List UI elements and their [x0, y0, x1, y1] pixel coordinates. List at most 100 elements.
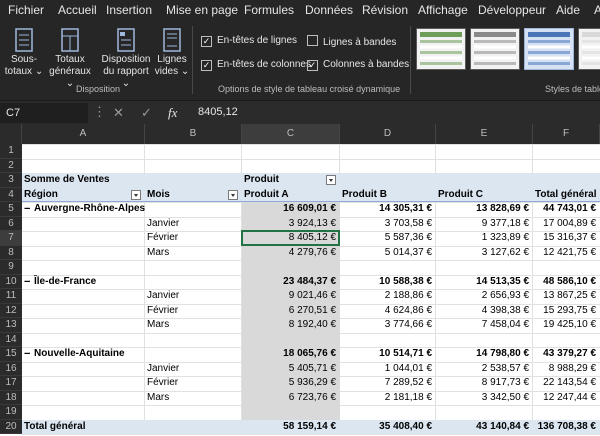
product-column-header[interactable]: Produit B	[342, 188, 436, 203]
pivot-style-swatch[interactable]	[578, 28, 600, 70]
region-label[interactable]: Nouvelle-Aquitaine	[34, 347, 145, 362]
column-header-d[interactable]: D	[340, 124, 436, 144]
row-header-13[interactable]: 13	[0, 318, 22, 333]
subtotals-button[interactable]: Sous- totaux ⌄	[4, 28, 44, 78]
tab-accueil[interactable]: Accueil	[58, 3, 97, 17]
value-cell[interactable]: 2 656,93 €	[438, 289, 533, 304]
row-header-8[interactable]: 8	[0, 245, 22, 260]
region-total-cell[interactable]: 44 743,01 €	[535, 202, 600, 217]
month-label[interactable]: Mars	[147, 391, 242, 406]
tab-insertion[interactable]: Insertion	[106, 3, 152, 17]
collapse-icon[interactable]: −	[24, 347, 34, 362]
value-cell[interactable]: 8 988,29 €	[535, 362, 600, 377]
row-header-16[interactable]: 16	[0, 361, 22, 376]
value-cell[interactable]: 15 293,75 €	[535, 304, 600, 319]
value-cell[interactable]: 2 188,86 €	[342, 289, 436, 304]
row-header-4[interactable]: 4	[0, 187, 22, 202]
tab-fichier[interactable]: Fichier	[8, 3, 44, 17]
row-header-10[interactable]: 10	[0, 274, 22, 289]
values-field-label[interactable]: Somme de Ventes	[24, 173, 145, 188]
value-cell[interactable]: 6 723,76 €	[244, 391, 340, 406]
value-cell[interactable]: 4 624,86 €	[342, 304, 436, 319]
pivot-style-swatch[interactable]	[416, 28, 466, 70]
month-label[interactable]: Février	[147, 376, 242, 391]
tab-révision[interactable]: Révision	[362, 3, 408, 17]
grand-total-cell[interactable]: 136 708,38 €	[535, 420, 600, 435]
value-cell[interactable]: 9 021,46 €	[244, 289, 340, 304]
month-label[interactable]: Mars	[147, 246, 242, 261]
value-cell[interactable]: 5 587,36 €	[342, 231, 436, 246]
banded-cols-checkbox[interactable]: ✓ Colonnes à bandes	[307, 59, 409, 71]
region-total-cell[interactable]: 13 828,69 €	[438, 202, 533, 217]
region-total-cell[interactable]: 48 586,10 €	[535, 275, 600, 290]
region-total-cell[interactable]: 10 514,71 €	[342, 347, 436, 362]
grand-total-cell[interactable]: 35 408,40 €	[342, 420, 436, 435]
column-header-a[interactable]: A	[22, 124, 145, 144]
row-header-15[interactable]: 15	[0, 347, 22, 362]
row-header-12[interactable]: 12	[0, 303, 22, 318]
row-headers-checkbox[interactable]: ✓ En-têtes de lignes	[201, 35, 297, 47]
grand-total-cell[interactable]: 58 159,14 €	[244, 420, 340, 435]
value-cell[interactable]: 9 377,18 €	[438, 217, 533, 232]
value-cell[interactable]: 3 774,66 €	[342, 318, 436, 333]
filter-dropdown-icon[interactable]	[131, 189, 141, 200]
row-header-17[interactable]: 17	[0, 376, 22, 391]
collapse-icon[interactable]: −	[24, 202, 34, 217]
value-cell[interactable]: 12 247,44 €	[535, 391, 600, 406]
collapse-icon[interactable]: −	[24, 275, 34, 290]
value-cell[interactable]: 4 279,76 €	[244, 246, 340, 261]
row-header-5[interactable]: 5	[0, 202, 22, 217]
region-total-cell[interactable]: 14 798,80 €	[438, 347, 533, 362]
month-label[interactable]: Janvier	[147, 362, 242, 377]
value-cell[interactable]: 1 323,89 €	[438, 231, 533, 246]
value-cell[interactable]: 5 014,37 €	[342, 246, 436, 261]
value-cell[interactable]: 7 458,04 €	[438, 318, 533, 333]
formula-input[interactable]: 8405,12	[198, 106, 238, 118]
column-header-e[interactable]: E	[436, 124, 533, 144]
region-total-cell[interactable]: 18 065,76 €	[244, 347, 340, 362]
enter-icon[interactable]: ✓	[141, 105, 152, 121]
row-header-20[interactable]: 20	[0, 419, 22, 434]
tab-développeur[interactable]: Développeur	[478, 3, 546, 17]
value-cell[interactable]: 1 044,01 €	[342, 362, 436, 377]
value-cell[interactable]: 4 398,38 €	[438, 304, 533, 319]
tab-aide[interactable]: Aide	[556, 3, 580, 17]
month-label[interactable]: Janvier	[147, 217, 242, 232]
value-cell[interactable]: 7 289,52 €	[342, 376, 436, 391]
region-total-cell[interactable]: 43 379,27 €	[535, 347, 600, 362]
row-header-2[interactable]: 2	[0, 158, 22, 173]
product-column-header[interactable]: Total général	[535, 188, 600, 203]
row-header-7[interactable]: 7	[0, 231, 22, 246]
value-cell[interactable]: 22 143,54 €	[535, 376, 600, 391]
grand-total-cell[interactable]: 43 140,84 €	[438, 420, 533, 435]
month-label[interactable]: Janvier	[147, 289, 242, 304]
cancel-icon[interactable]: ✕	[113, 105, 124, 121]
value-cell[interactable]: 2 538,57 €	[438, 362, 533, 377]
column-header-c[interactable]: C	[242, 124, 340, 144]
region-label[interactable]: Île-de-France	[34, 275, 145, 290]
region-total-cell[interactable]: 23 484,37 €	[244, 275, 340, 290]
value-cell[interactable]: 15 316,37 €	[535, 231, 600, 246]
value-cell[interactable]: 12 421,75 €	[535, 246, 600, 261]
column-header-f[interactable]: F	[533, 124, 600, 144]
grand-totals-button[interactable]: Totaux généraux ⌄	[46, 28, 94, 90]
value-cell[interactable]: 3 924,13 €	[244, 217, 340, 232]
value-cell[interactable]: 17 004,89 €	[535, 217, 600, 232]
value-cell[interactable]: 8 192,40 €	[244, 318, 340, 333]
row-header-9[interactable]: 9	[0, 260, 22, 275]
value-cell[interactable]: 19 425,10 €	[535, 318, 600, 333]
value-cell[interactable]: 6 270,51 €	[244, 304, 340, 319]
row-header-1[interactable]: 1	[0, 144, 22, 159]
report-layout-button[interactable]: Disposition du rapport ⌄	[98, 28, 154, 90]
tab-données[interactable]: Données	[305, 3, 353, 17]
product-column-header[interactable]: Produit C	[438, 188, 533, 203]
row-header-18[interactable]: 18	[0, 390, 22, 405]
pivot-style-swatch[interactable]	[524, 28, 574, 70]
value-cell[interactable]: 2 181,18 €	[342, 391, 436, 406]
region-label[interactable]: Auvergne-Rhône-Alpes	[34, 202, 145, 217]
row-header-6[interactable]: 6	[0, 216, 22, 231]
select-all-corner[interactable]	[0, 124, 22, 144]
value-cell[interactable]: 8 917,73 €	[438, 376, 533, 391]
region-total-cell[interactable]: 14 305,31 €	[342, 202, 436, 217]
pivot-style-swatch[interactable]	[470, 28, 520, 70]
